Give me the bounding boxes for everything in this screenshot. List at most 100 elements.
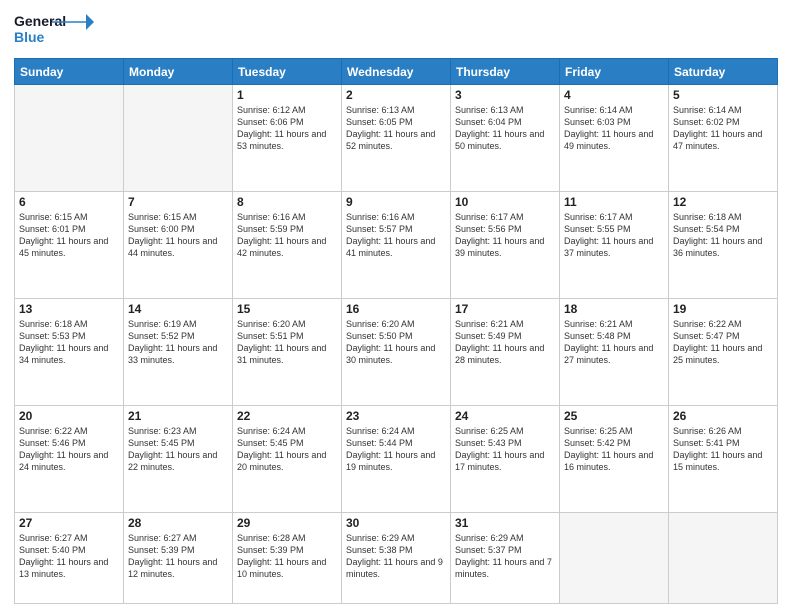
day-info: Sunrise: 6:28 AMSunset: 5:39 PMDaylight:… <box>237 532 337 581</box>
day-info: Sunrise: 6:24 AMSunset: 5:44 PMDaylight:… <box>346 425 446 474</box>
day-info: Sunrise: 6:17 AMSunset: 5:55 PMDaylight:… <box>564 211 664 260</box>
day-number: 28 <box>128 516 228 530</box>
day-info: Sunrise: 6:12 AMSunset: 6:06 PMDaylight:… <box>237 104 337 153</box>
day-header-friday: Friday <box>560 59 669 85</box>
day-info: Sunrise: 6:14 AMSunset: 6:02 PMDaylight:… <box>673 104 773 153</box>
day-cell-6: 6Sunrise: 6:15 AMSunset: 6:01 PMDaylight… <box>15 191 124 298</box>
day-cell-5: 5 Sunrise: 6:14 AMSunset: 6:02 PMDaylight… <box>669 85 778 192</box>
empty-cell <box>560 512 669 603</box>
day-info: Sunrise: 6:29 AMSunset: 5:37 PMDaylight:… <box>455 532 555 581</box>
day-cell-12: 12 Sunrise: 6:18 AMSunset: 5:54 PMDayligh… <box>669 191 778 298</box>
day-cell-13: 13Sunrise: 6:18 AMSunset: 5:53 PMDayligh… <box>15 298 124 405</box>
week-row-5: 27 Sunrise: 6:27 AMSunset: 5:40 PMDayligh… <box>15 512 778 603</box>
day-cell-10: 10 Sunrise: 6:17 AMSunset: 5:56 PMDayligh… <box>451 191 560 298</box>
day-header-saturday: Saturday <box>669 59 778 85</box>
day-number: 12 <box>673 195 773 209</box>
day-info: Sunrise: 6:17 AMSunset: 5:56 PMDaylight:… <box>455 211 555 260</box>
day-cell-14: 14 Sunrise: 6:19 AMSunset: 5:52 PMDayligh… <box>124 298 233 405</box>
generalblue-logo: General Blue <box>14 10 94 52</box>
day-info: Sunrise: 6:27 AMSunset: 5:40 PMDaylight:… <box>19 532 119 581</box>
day-cell-11: 11 Sunrise: 6:17 AMSunset: 5:55 PMDayligh… <box>560 191 669 298</box>
day-info: Sunrise: 6:13 AMSunset: 6:05 PMDaylight:… <box>346 104 446 153</box>
day-number: 20 <box>19 409 119 423</box>
day-cell-25: 25Sunrise: 6:25 AMSunset: 5:42 PMDayligh… <box>560 405 669 512</box>
day-cell-21: 21 Sunrise: 6:23 AMSunset: 5:45 PMDayligh… <box>124 405 233 512</box>
day-number: 3 <box>455 88 555 102</box>
day-cell-18: 18Sunrise: 6:21 AMSunset: 5:48 PMDayligh… <box>560 298 669 405</box>
day-cell-31: 31 Sunrise: 6:29 AMSunset: 5:37 PMDayligh… <box>451 512 560 603</box>
day-info: Sunrise: 6:16 AMSunset: 5:57 PMDaylight:… <box>346 211 446 260</box>
day-number: 10 <box>455 195 555 209</box>
day-info: Sunrise: 6:20 AMSunset: 5:51 PMDaylight:… <box>237 318 337 367</box>
day-number: 7 <box>128 195 228 209</box>
day-number: 13 <box>19 302 119 316</box>
day-number: 1 <box>237 88 337 102</box>
day-info: Sunrise: 6:29 AMSunset: 5:38 PMDaylight:… <box>346 532 446 581</box>
day-number: 21 <box>128 409 228 423</box>
day-cell-15: 15Sunrise: 6:20 AMSunset: 5:51 PMDayligh… <box>233 298 342 405</box>
day-header-monday: Monday <box>124 59 233 85</box>
day-number: 19 <box>673 302 773 316</box>
day-number: 16 <box>346 302 446 316</box>
day-number: 9 <box>346 195 446 209</box>
day-cell-24: 24 Sunrise: 6:25 AMSunset: 5:43 PMDayligh… <box>451 405 560 512</box>
day-number: 31 <box>455 516 555 530</box>
day-info: Sunrise: 6:25 AMSunset: 5:42 PMDaylight:… <box>564 425 664 474</box>
header: General Blue <box>14 10 778 52</box>
day-number: 27 <box>19 516 119 530</box>
day-cell-29: 29 Sunrise: 6:28 AMSunset: 5:39 PMDayligh… <box>233 512 342 603</box>
day-number: 30 <box>346 516 446 530</box>
day-cell-4: 4Sunrise: 6:14 AMSunset: 6:03 PMDaylight… <box>560 85 669 192</box>
day-cell-16: 16 Sunrise: 6:20 AMSunset: 5:50 PMDayligh… <box>342 298 451 405</box>
day-number: 6 <box>19 195 119 209</box>
empty-cell <box>124 85 233 192</box>
day-cell-22: 22Sunrise: 6:24 AMSunset: 5:45 PMDayligh… <box>233 405 342 512</box>
day-number: 11 <box>564 195 664 209</box>
week-row-2: 6Sunrise: 6:15 AMSunset: 6:01 PMDaylight… <box>15 191 778 298</box>
day-header-thursday: Thursday <box>451 59 560 85</box>
day-info: Sunrise: 6:21 AMSunset: 5:49 PMDaylight:… <box>455 318 555 367</box>
day-cell-8: 8 Sunrise: 6:16 AMSunset: 5:59 PMDaylight… <box>233 191 342 298</box>
week-row-3: 13Sunrise: 6:18 AMSunset: 5:53 PMDayligh… <box>15 298 778 405</box>
day-number: 2 <box>346 88 446 102</box>
day-number: 23 <box>346 409 446 423</box>
calendar-header-row: SundayMondayTuesdayWednesdayThursdayFrid… <box>15 59 778 85</box>
day-info: Sunrise: 6:21 AMSunset: 5:48 PMDaylight:… <box>564 318 664 367</box>
day-info: Sunrise: 6:23 AMSunset: 5:45 PMDaylight:… <box>128 425 228 474</box>
week-row-1: 1 Sunrise: 6:12 AMSunset: 6:06 PMDaylight… <box>15 85 778 192</box>
day-info: Sunrise: 6:18 AMSunset: 5:54 PMDaylight:… <box>673 211 773 260</box>
day-cell-1: 1 Sunrise: 6:12 AMSunset: 6:06 PMDaylight… <box>233 85 342 192</box>
day-number: 26 <box>673 409 773 423</box>
day-info: Sunrise: 6:16 AMSunset: 5:59 PMDaylight:… <box>237 211 337 260</box>
day-header-wednesday: Wednesday <box>342 59 451 85</box>
day-cell-9: 9 Sunrise: 6:16 AMSunset: 5:57 PMDaylight… <box>342 191 451 298</box>
day-number: 8 <box>237 195 337 209</box>
day-cell-23: 23 Sunrise: 6:24 AMSunset: 5:44 PMDayligh… <box>342 405 451 512</box>
day-info: Sunrise: 6:15 AMSunset: 6:00 PMDaylight:… <box>128 211 228 260</box>
day-info: Sunrise: 6:24 AMSunset: 5:45 PMDaylight:… <box>237 425 337 474</box>
day-cell-26: 26 Sunrise: 6:26 AMSunset: 5:41 PMDayligh… <box>669 405 778 512</box>
day-info: Sunrise: 6:22 AMSunset: 5:46 PMDaylight:… <box>19 425 119 474</box>
day-info: Sunrise: 6:22 AMSunset: 5:47 PMDaylight:… <box>673 318 773 367</box>
calendar-table: SundayMondayTuesdayWednesdayThursdayFrid… <box>14 58 778 604</box>
day-header-tuesday: Tuesday <box>233 59 342 85</box>
day-number: 29 <box>237 516 337 530</box>
day-number: 24 <box>455 409 555 423</box>
day-cell-28: 28Sunrise: 6:27 AMSunset: 5:39 PMDayligh… <box>124 512 233 603</box>
day-number: 14 <box>128 302 228 316</box>
day-info: Sunrise: 6:25 AMSunset: 5:43 PMDaylight:… <box>455 425 555 474</box>
day-number: 17 <box>455 302 555 316</box>
week-row-4: 20 Sunrise: 6:22 AMSunset: 5:46 PMDayligh… <box>15 405 778 512</box>
day-number: 5 <box>673 88 773 102</box>
page: General Blue SundayMondayTuesdayWednesda… <box>0 0 792 612</box>
day-info: Sunrise: 6:26 AMSunset: 5:41 PMDaylight:… <box>673 425 773 474</box>
day-header-sunday: Sunday <box>15 59 124 85</box>
svg-text:General: General <box>14 13 66 29</box>
day-info: Sunrise: 6:20 AMSunset: 5:50 PMDaylight:… <box>346 318 446 367</box>
day-cell-2: 2 Sunrise: 6:13 AMSunset: 6:05 PMDaylight… <box>342 85 451 192</box>
logo: General Blue <box>14 10 94 52</box>
day-cell-3: 3 Sunrise: 6:13 AMSunset: 6:04 PMDaylight… <box>451 85 560 192</box>
day-info: Sunrise: 6:13 AMSunset: 6:04 PMDaylight:… <box>455 104 555 153</box>
day-info: Sunrise: 6:19 AMSunset: 5:52 PMDaylight:… <box>128 318 228 367</box>
day-cell-19: 19 Sunrise: 6:22 AMSunset: 5:47 PMDayligh… <box>669 298 778 405</box>
